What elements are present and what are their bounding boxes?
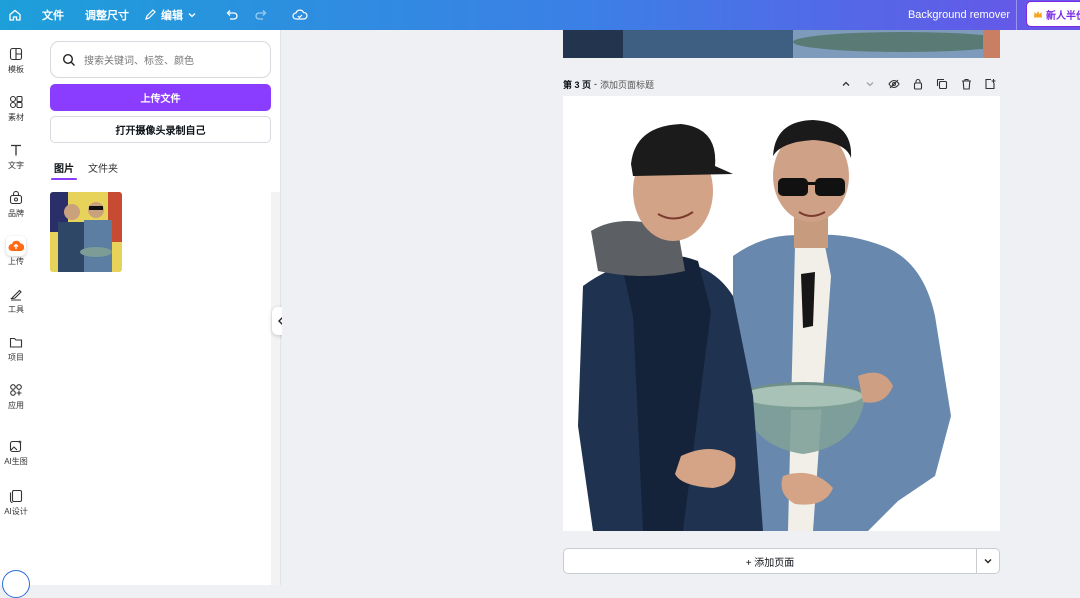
chevron-down-icon xyxy=(984,559,992,564)
rail-item-label: 工具 xyxy=(8,305,24,314)
tab-images[interactable]: 图片 xyxy=(51,160,77,180)
previous-page-preview[interactable] xyxy=(563,30,1000,58)
duplicate-icon xyxy=(936,78,948,90)
hide-page-button[interactable] xyxy=(886,76,902,92)
tab-folders[interactable]: 文件夹 xyxy=(88,160,118,180)
new-user-offer-button[interactable]: 新人半价 xyxy=(1026,1,1080,27)
rail-item-template[interactable]: 模板 xyxy=(0,44,32,84)
upload-panel: 搜索关键词、标签、颜色 上传文件 打开摄像头录制自己 图片 文件夹 xyxy=(32,30,281,585)
crown-icon xyxy=(1034,10,1042,17)
undo-button[interactable] xyxy=(225,0,239,30)
ai-design-icon xyxy=(6,486,26,506)
elements-icon xyxy=(6,92,26,112)
add-page-icon xyxy=(985,78,996,90)
undo-icon xyxy=(226,10,238,20)
apps-icon xyxy=(6,380,26,400)
rail-item-projects[interactable]: 项目 xyxy=(0,332,32,372)
duplicate-page-button[interactable] xyxy=(934,76,950,92)
rail-item-label: 素材 xyxy=(8,113,24,122)
add-page-after-button[interactable] xyxy=(982,76,998,92)
move-page-down-button[interactable] xyxy=(862,76,878,92)
upload-cloud-icon xyxy=(6,236,26,256)
page-separator: - xyxy=(594,79,598,89)
rail-item-label: 模板 xyxy=(8,65,24,74)
edit-label: 编辑 xyxy=(161,10,183,22)
redo-button[interactable] xyxy=(254,0,268,30)
ai-image-icon xyxy=(6,436,26,456)
add-page-options-button[interactable] xyxy=(977,556,999,566)
rail-item-label: 应用 xyxy=(8,401,24,410)
search-placeholder: 搜索关键词、标签、颜色 xyxy=(84,56,194,67)
upload-file-button[interactable]: 上传文件 xyxy=(50,84,271,111)
folder-icon xyxy=(6,332,26,352)
lock-icon xyxy=(913,78,923,90)
trash-icon xyxy=(961,78,971,90)
move-page-up-button[interactable] xyxy=(838,76,854,92)
redo-icon xyxy=(255,10,267,20)
design-page[interactable] xyxy=(563,96,1000,531)
chevron-down-icon xyxy=(866,82,874,87)
add-page-bar: + 添加页面 xyxy=(563,548,1000,574)
chevron-down-icon xyxy=(188,13,196,18)
panel-scrollbar[interactable] xyxy=(271,192,280,585)
rail-item-brand[interactable]: 品牌 xyxy=(0,188,32,228)
two-men-photo-cutout[interactable] xyxy=(563,96,1000,531)
left-rail: 模板 素材 文字 品牌 上传 工具 项目 应用 AI生图 AI设计 xyxy=(0,30,32,585)
background-remover-button[interactable]: Background remover xyxy=(902,0,1017,30)
cloud-save-button[interactable] xyxy=(292,0,308,30)
page-number: 第 3 页 xyxy=(563,79,592,90)
rail-item-apps[interactable]: 应用 xyxy=(0,380,32,420)
lock-page-button[interactable] xyxy=(910,76,926,92)
uploaded-image-thumbnail[interactable] xyxy=(50,192,122,272)
page-header: 第 3 页 - 添加页面标题 xyxy=(563,74,1000,94)
rail-item-tools[interactable]: 工具 xyxy=(0,284,32,324)
rail-item-label: 项目 xyxy=(8,353,24,362)
brand-icon xyxy=(6,188,26,208)
file-menu[interactable]: 文件 xyxy=(42,0,64,30)
rail-item-text[interactable]: 文字 xyxy=(0,140,32,180)
eye-off-icon xyxy=(888,79,900,89)
home-icon xyxy=(9,9,21,21)
template-icon xyxy=(6,44,26,64)
tools-icon xyxy=(6,284,26,304)
rail-item-elements[interactable]: 素材 xyxy=(0,92,32,132)
top-bar: 文件 调整尺寸 编辑 Background remover 新人半价 xyxy=(0,0,1080,30)
new-user-offer-label: 新人半价 xyxy=(1046,10,1080,22)
magic-assistant-button[interactable] xyxy=(2,570,30,598)
rail-item-ai-design[interactable]: AI设计 xyxy=(0,486,32,526)
rail-item-label: 文字 xyxy=(8,161,24,170)
resize-menu[interactable]: 调整尺寸 xyxy=(85,0,129,30)
edit-menu[interactable]: 编辑 xyxy=(143,0,197,30)
delete-page-button[interactable] xyxy=(958,76,974,92)
record-camera-button[interactable]: 打开摄像头录制自己 xyxy=(50,116,271,143)
add-page-button[interactable]: + 添加页面 xyxy=(564,549,977,573)
home-button[interactable] xyxy=(8,0,22,30)
rail-item-label: 品牌 xyxy=(8,209,24,218)
rail-item-label: 上传 xyxy=(8,257,24,266)
rail-item-upload[interactable]: 上传 xyxy=(0,236,32,276)
rail-item-label: AI生图 xyxy=(4,457,28,466)
rail-item-ai-image[interactable]: AI生图 xyxy=(0,436,32,476)
page-title-input[interactable]: 添加页面标题 xyxy=(600,78,654,91)
search-icon xyxy=(62,53,75,66)
cloud-check-icon xyxy=(292,9,308,20)
search-input[interactable]: 搜索关键词、标签、颜色 xyxy=(50,41,271,78)
chevron-up-icon xyxy=(842,81,850,86)
rail-item-label: AI设计 xyxy=(4,507,28,516)
pencil-icon xyxy=(145,9,156,20)
text-icon xyxy=(6,140,26,160)
